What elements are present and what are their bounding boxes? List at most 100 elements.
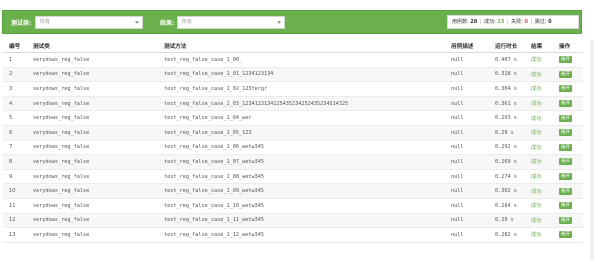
row-action-cell: 展开 (553, 110, 583, 126)
row-result: 成功 (525, 183, 553, 199)
column-header-index: 编号 (3, 40, 27, 53)
row-test-method: test_reg_false_case_1_01_1234123134 (158, 67, 445, 83)
column-header-description: 用例描述 (445, 40, 489, 53)
row-test-method: test_reg_false_case_1_06_wetw345 (158, 140, 445, 156)
row-duration: 0.29 s (489, 213, 525, 229)
row-result: 成功 (525, 213, 553, 229)
row-duration: 0.29 s (489, 125, 525, 141)
row-index: 8 (3, 154, 27, 170)
scrollbar[interactable] (590, 40, 594, 260)
result-filter-label: 结果: (160, 20, 175, 27)
row-description: null (445, 125, 489, 141)
row-action-cell: 展开 (553, 140, 583, 156)
expand-button[interactable]: 展开 (559, 231, 573, 239)
result-select-value: 所有 (182, 19, 193, 25)
row-result: 成功 (525, 125, 553, 141)
column-header-action: 操作 (553, 40, 583, 53)
result-select[interactable]: 所有 (177, 16, 285, 29)
table-row: 1 verydows_reg_false test_reg_false_case_1… (3, 52, 583, 68)
expand-button[interactable]: 展开 (559, 85, 573, 93)
expand-button[interactable]: 展开 (559, 100, 573, 108)
row-description: null (445, 213, 489, 229)
row-test-method: test_reg_false_case_1_08_wetw345 (158, 169, 445, 185)
row-description: null (445, 67, 489, 83)
failed-count: 0 (524, 19, 529, 25)
expand-button[interactable]: 展开 (559, 114, 573, 122)
table-row: 8 verydows_reg_false test_reg_false_case_1… (3, 154, 583, 170)
row-index: 2 (3, 67, 27, 83)
expand-button[interactable]: 展开 (559, 56, 573, 64)
row-description: null (445, 154, 489, 170)
row-index: 5 (3, 110, 27, 126)
row-index: 1 (3, 52, 27, 68)
row-test-class: verydows_reg_false (27, 125, 158, 141)
table-row: 3 verydows_reg_false test_reg_false_case_1… (3, 81, 583, 97)
row-duration: 0.304 s (489, 81, 525, 97)
row-test-method: test_reg_false_case_1_11_wetw345 (158, 213, 445, 229)
row-test-class: verydows_reg_false (27, 140, 158, 156)
row-test-method: test_reg_false_case_1_05_123 (158, 125, 445, 141)
test-class-select[interactable]: 所有 (35, 16, 143, 29)
row-index: 4 (3, 96, 27, 112)
row-duration: 0.302 s (489, 183, 525, 199)
row-test-class: verydows_reg_false (27, 183, 158, 199)
row-duration: 0.292 s (489, 140, 525, 156)
row-test-method: test_reg_false_case_1_02_123fergr (158, 81, 445, 97)
table-row: 9 verydows_reg_false test_reg_false_case_1… (3, 169, 583, 185)
expand-button[interactable]: 展开 (559, 216, 573, 224)
expand-button[interactable]: 展开 (559, 70, 573, 78)
test-class-filter-label: 测试类: (11, 20, 32, 27)
passed-label: 成功: (484, 19, 496, 25)
row-duration: 0.269 s (489, 154, 525, 170)
row-test-class: verydows_reg_false (27, 154, 158, 170)
row-index: 7 (3, 140, 27, 156)
row-index: 10 (3, 183, 27, 199)
row-test-class: verydows_reg_false (27, 110, 158, 126)
row-duration: 0.407 s (489, 52, 525, 68)
table-row: 4 verydows_reg_false test_reg_false_case_1… (3, 96, 583, 112)
expand-button[interactable]: 展开 (559, 143, 573, 151)
row-test-class: verydows_reg_false (27, 169, 158, 185)
column-header-duration: 运行时长 (489, 40, 525, 53)
total-count: 28 (470, 19, 478, 25)
row-result: 成功 (525, 198, 553, 214)
row-duration: 0.318 s (489, 67, 525, 83)
expand-button[interactable]: 展开 (559, 129, 573, 137)
expand-button[interactable]: 展开 (559, 173, 573, 181)
row-test-method: test_reg_false_case_1_03_123412313412543… (158, 96, 445, 112)
row-test-class: verydows_reg_false (27, 227, 158, 243)
row-action-cell: 展开 (553, 67, 583, 83)
chevron-down-icon (135, 21, 139, 24)
row-result: 成功 (525, 227, 553, 243)
row-test-class: verydows_reg_false (27, 213, 158, 229)
row-test-class: verydows_reg_false (27, 52, 158, 68)
row-action-cell: 展开 (553, 96, 583, 112)
row-result: 成功 (525, 169, 553, 185)
row-action-cell: 展开 (553, 154, 583, 170)
table-row: 11 verydows_reg_false test_reg_false_case_… (3, 198, 583, 214)
row-duration: 0.282 s (489, 227, 525, 243)
row-test-class: verydows_reg_false (27, 198, 158, 214)
row-action-cell: 展开 (553, 81, 583, 97)
row-test-class: verydows_reg_false (27, 67, 158, 83)
row-result: 成功 (525, 52, 553, 68)
filter-bar: 测试类: 所有 结果: 所有 用例数: 28 | 成功: 13 | 失败: 0 … (2, 10, 582, 34)
results-table: 编号 测试类 测试方法 用例描述 运行时长 结果 操作 1 verydows_re… (3, 40, 583, 243)
test-class-select-value: 所有 (40, 19, 51, 25)
expand-button[interactable]: 展开 (559, 187, 573, 195)
skipped-count: 0 (548, 19, 552, 25)
row-test-method: test_reg_false_case_1_10_wetw345 (158, 198, 445, 214)
expand-button[interactable]: 展开 (559, 202, 573, 210)
row-description: null (445, 169, 489, 185)
row-description: null (445, 183, 489, 199)
table-row: 10 verydows_reg_false test_reg_false_case_… (3, 183, 583, 199)
row-description: null (445, 227, 489, 243)
skipped-label: 跳过: (534, 19, 547, 25)
row-test-method: test_reg_false_case_1_07_wetw345 (158, 154, 445, 170)
table-row: 7 verydows_reg_false test_reg_false_case_1… (3, 140, 583, 156)
expand-button[interactable]: 展开 (559, 158, 573, 166)
row-action-cell: 展开 (553, 125, 583, 141)
table-row: 6 verydows_reg_false test_reg_false_case_1… (3, 125, 583, 141)
row-test-class: verydows_reg_false (27, 96, 158, 112)
report-page: 测试类: 所有 结果: 所有 用例数: 28 | 成功: 13 | 失败: 0 … (0, 0, 600, 266)
